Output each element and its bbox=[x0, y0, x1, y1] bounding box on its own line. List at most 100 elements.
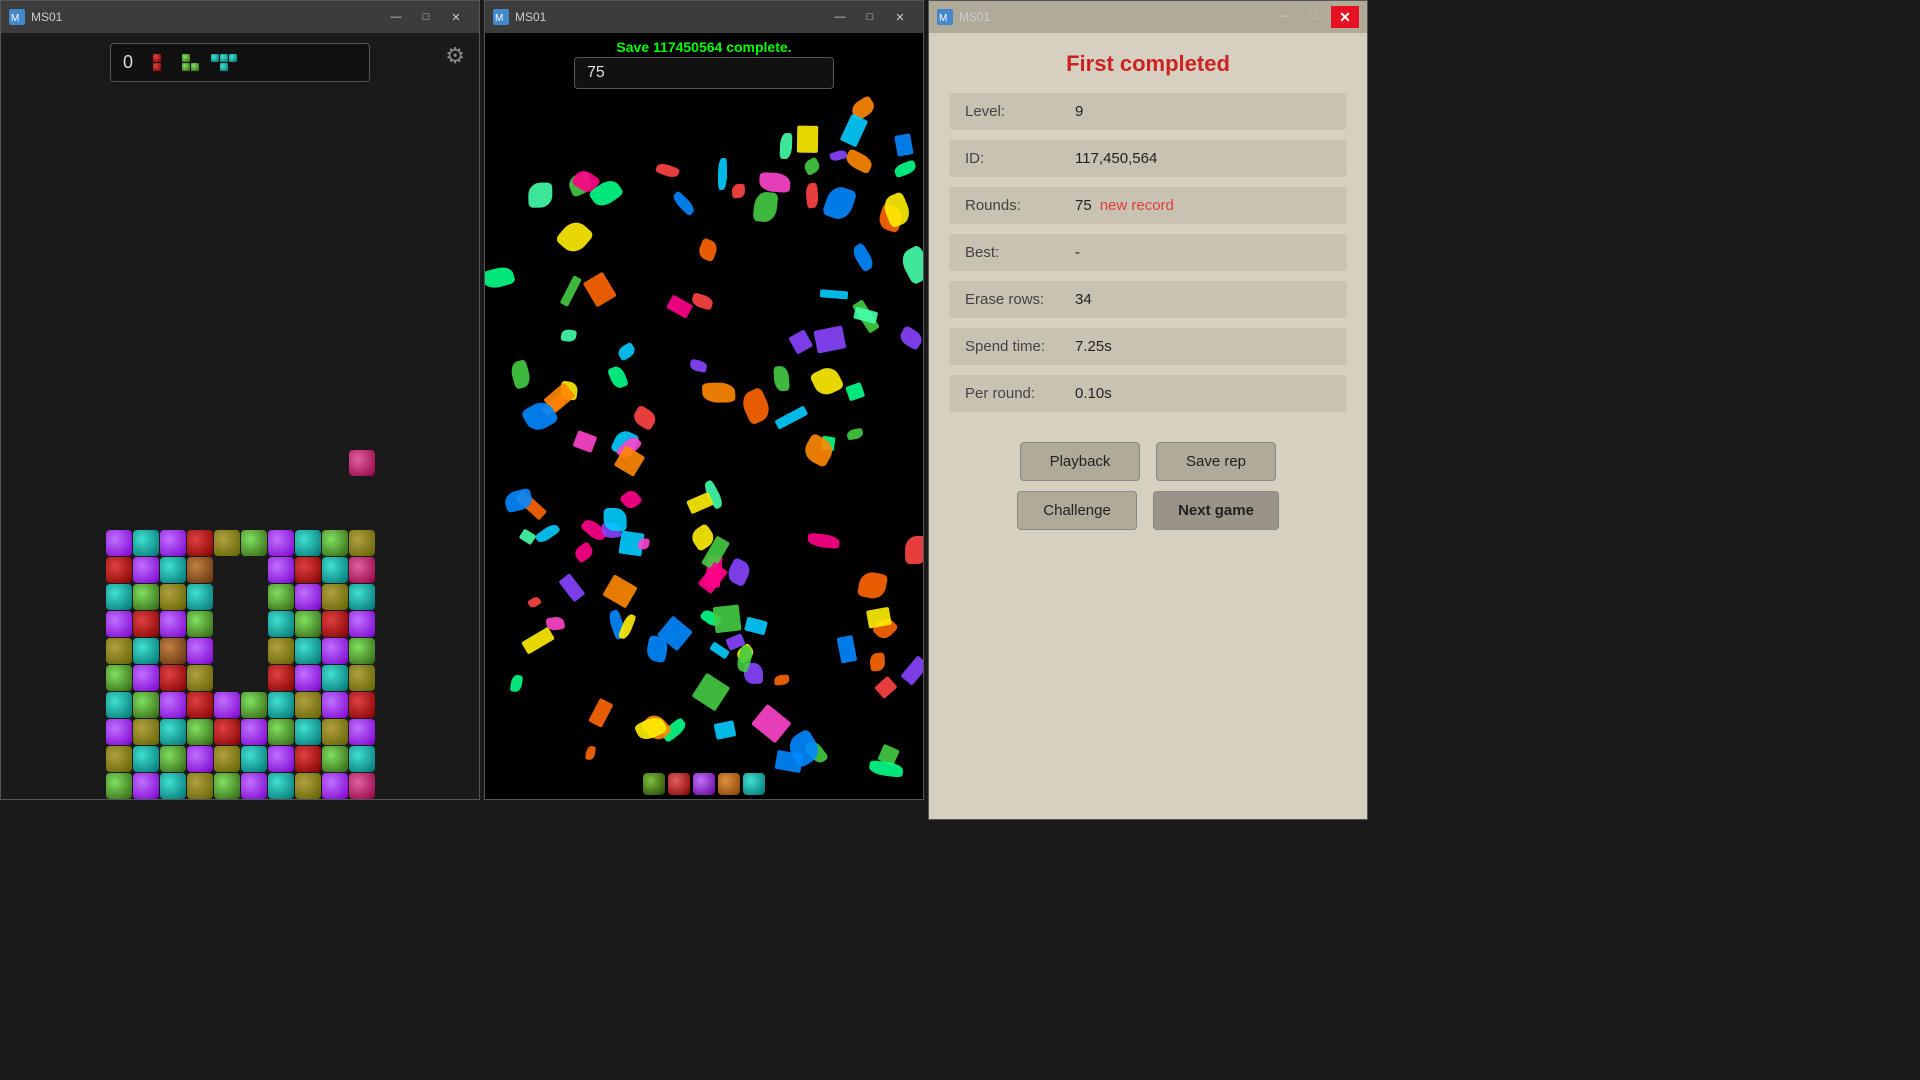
confetti-piece bbox=[829, 149, 848, 163]
confetti-piece bbox=[603, 575, 638, 609]
confetti-piece bbox=[836, 635, 857, 663]
confetti-piece bbox=[874, 676, 897, 699]
confetti-piece bbox=[845, 383, 865, 402]
right-window: M MS01 — □ ✕ First completed Level: 9 ID… bbox=[928, 0, 1368, 820]
confetti-piece bbox=[893, 134, 913, 158]
confetti-piece bbox=[744, 616, 768, 635]
confetti-piece bbox=[604, 508, 627, 531]
confetti-piece bbox=[820, 289, 849, 300]
next-game-button[interactable]: Next game bbox=[1153, 491, 1279, 530]
action-buttons-row1: Playback Save rep bbox=[949, 442, 1347, 481]
middle-window-controls: — □ ✕ bbox=[825, 7, 915, 27]
confetti-piece bbox=[752, 191, 778, 224]
right-window-title: MS01 bbox=[959, 10, 1269, 24]
confetti-piece bbox=[759, 172, 791, 193]
per-round-label: Per round: bbox=[965, 385, 1075, 402]
middle-close-btn[interactable]: ✕ bbox=[885, 7, 915, 27]
confetti-piece bbox=[573, 430, 597, 452]
svg-text:M: M bbox=[11, 13, 19, 24]
svg-text:M: M bbox=[939, 13, 947, 24]
confetti-piece bbox=[809, 364, 844, 399]
per-round-value: 0.10s bbox=[1075, 385, 1112, 402]
per-round-row: Per round: 0.10s bbox=[949, 375, 1347, 412]
confetti-piece bbox=[900, 655, 923, 686]
confetti-piece bbox=[534, 521, 561, 545]
confetti-piece bbox=[521, 627, 555, 655]
challenge-button[interactable]: Challenge bbox=[1017, 491, 1137, 530]
left-board-grid bbox=[106, 530, 375, 799]
confetti-piece bbox=[690, 293, 714, 311]
app-icon-middle: M bbox=[493, 9, 509, 25]
right-close-btn[interactable]: ✕ bbox=[1331, 6, 1359, 28]
best-label: Best: bbox=[965, 244, 1075, 261]
left-game-area: ⚙ 0 bbox=[1, 33, 479, 799]
middle-window-title: MS01 bbox=[515, 10, 825, 24]
confetti-piece bbox=[813, 325, 846, 354]
app-icon-left: M bbox=[9, 9, 25, 25]
confetti-piece bbox=[510, 674, 524, 692]
confetti-piece bbox=[713, 605, 742, 634]
confetti-piece bbox=[846, 428, 864, 441]
erase-rows-label: Erase rows: bbox=[965, 291, 1075, 308]
left-maximize-btn[interactable]: □ bbox=[411, 7, 441, 27]
id-value: 117,450,564 bbox=[1075, 150, 1157, 167]
confetti-piece bbox=[853, 306, 879, 324]
confetti-piece bbox=[839, 113, 868, 147]
confetti-piece bbox=[666, 294, 694, 318]
confetti-piece bbox=[898, 244, 923, 285]
action-buttons-row2: Challenge Next game bbox=[949, 491, 1347, 530]
rounds-row: Rounds: 75 new record bbox=[949, 187, 1347, 224]
app-icon-right: M bbox=[937, 9, 953, 25]
left-minimize-btn[interactable]: — bbox=[381, 7, 411, 27]
confetti-piece bbox=[773, 674, 789, 685]
right-maximize-btn[interactable]: □ bbox=[1299, 6, 1329, 26]
middle-maximize-btn[interactable]: □ bbox=[855, 7, 885, 27]
playback-button[interactable]: Playback bbox=[1020, 442, 1140, 481]
level-label: Level: bbox=[965, 103, 1075, 120]
id-label: ID: bbox=[965, 150, 1075, 167]
right-minimize-btn[interactable]: — bbox=[1269, 6, 1299, 26]
best-value: - bbox=[1075, 244, 1080, 261]
confetti-piece bbox=[696, 237, 720, 262]
confetti-piece bbox=[718, 158, 727, 190]
confetti-piece bbox=[558, 573, 585, 602]
confetti-piece bbox=[572, 542, 595, 565]
confetti-piece bbox=[615, 341, 637, 361]
middle-minimize-btn[interactable]: — bbox=[825, 7, 855, 27]
confetti-piece bbox=[692, 673, 730, 711]
confetti-piece bbox=[555, 217, 595, 258]
confetti-area bbox=[485, 33, 923, 799]
confetti-piece bbox=[583, 272, 617, 308]
confetti-piece bbox=[732, 183, 746, 198]
confetti-piece bbox=[631, 405, 659, 431]
confetti-piece bbox=[804, 182, 819, 208]
confetti-piece bbox=[634, 713, 669, 743]
confetti-piece bbox=[739, 387, 775, 427]
confetti-piece bbox=[608, 364, 630, 390]
spend-time-value: 7.25s bbox=[1075, 338, 1112, 355]
rounds-label: Rounds: bbox=[965, 197, 1075, 214]
confetti-piece bbox=[773, 365, 790, 391]
confetti-piece bbox=[780, 133, 793, 159]
confetti-piece bbox=[588, 698, 613, 728]
confetti-piece bbox=[485, 264, 516, 291]
right-window-controls: — □ ✕ bbox=[1269, 6, 1359, 28]
confetti-piece bbox=[560, 276, 582, 307]
confetti-piece bbox=[801, 156, 822, 176]
confetti-piece bbox=[585, 745, 596, 760]
spend-time-label: Spend time: bbox=[965, 338, 1075, 355]
erase-rows-value: 34 bbox=[1075, 291, 1092, 308]
settings-gear-btn[interactable]: ⚙ bbox=[445, 43, 465, 69]
left-close-btn[interactable]: ✕ bbox=[441, 7, 471, 27]
confetti-piece bbox=[856, 569, 888, 600]
left-window: M MS01 — □ ✕ ⚙ 0 bbox=[0, 0, 480, 800]
right-titlebar: M MS01 — □ ✕ bbox=[929, 1, 1367, 33]
confetti-piece bbox=[775, 405, 809, 430]
save-rep-button[interactable]: Save rep bbox=[1156, 442, 1276, 481]
confetti-piece bbox=[528, 182, 553, 207]
confetti-piece bbox=[807, 533, 840, 549]
results-title: First completed bbox=[949, 51, 1347, 77]
confetti-piece bbox=[751, 704, 792, 744]
confetti-piece bbox=[898, 325, 923, 350]
level-value: 9 bbox=[1075, 103, 1083, 120]
